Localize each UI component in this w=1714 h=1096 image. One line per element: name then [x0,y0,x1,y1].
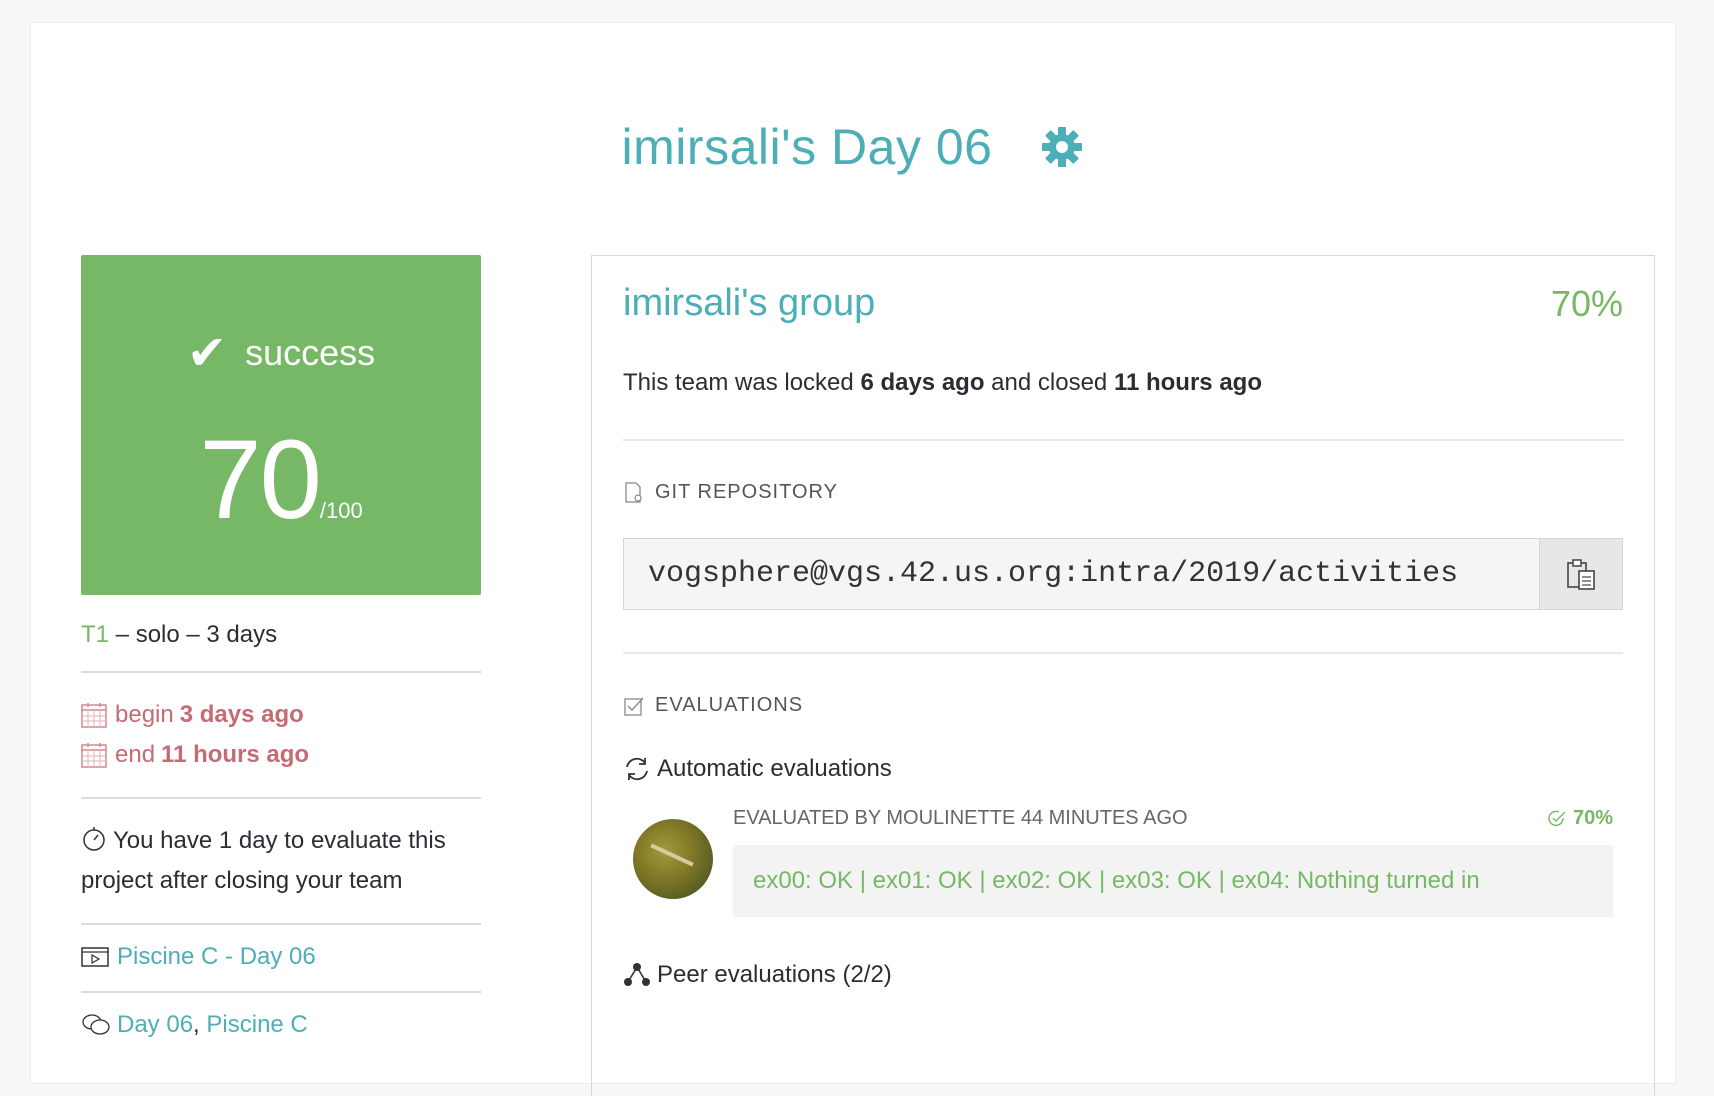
begin-label: begin [115,701,174,728]
evaluations-section-label: EVALUATIONS [655,694,804,716]
divider [623,652,1623,654]
title-row: imirsali's Day 06 [31,118,1675,176]
group-header: imirsali's group 70% [623,282,1623,325]
calendar-icon [81,743,107,768]
team-lock-status: This team was locked 6 days ago and clos… [623,369,1623,397]
stopwatch-icon [83,827,105,851]
evaluation-percent: 70% [1547,807,1613,830]
copy-button[interactable] [1539,539,1622,609]
avatar [633,819,713,899]
evaluation-notice: You have 1 day to evaluate this project … [81,799,481,925]
score-max: /100 [319,498,363,523]
team-panel-content: imirsali's group 70% This team was locke… [623,256,1623,989]
check-circle-icon [1548,810,1566,826]
evaluator-text: EVALUATED BY MOULINETTE 44 MINUTES AGO [733,807,1188,829]
score-value: 70 [199,417,322,542]
project-page: imirsali's Day 06 ✔ success 70/100 T1 – … [30,22,1676,1096]
begin-value: 3 days ago [179,701,304,728]
tag-separator: , [193,1011,200,1038]
chat-bubbles-icon [82,1014,110,1035]
group-name[interactable]: imirsali's group [623,282,875,325]
tags-row: Day 06, Piscine C [81,993,481,1059]
repo-url-input[interactable] [624,539,1539,609]
team-details: – solo – 3 days [109,621,278,648]
automatic-evaluations-title: Automatic evaluations [623,755,1623,783]
status-text: success [245,332,376,373]
tag-link-day06[interactable]: Day 06 [117,1011,193,1039]
dates: begin 3 days ago end 11 hours ago [81,673,481,799]
project-link[interactable]: Piscine C - Day 06 [117,943,316,971]
peer-evaluations-label: Peer evaluations (2/2) [657,961,892,988]
automatic-evaluations-label: Automatic evaluations [657,755,892,782]
evaluation-meta: EVALUATED BY MOULINETTE 44 MINUTES AGO 7… [733,807,1613,830]
git-file-icon [625,481,642,503]
tier-label: T1 [81,621,110,648]
git-section-title: GIT REPOSITORY [623,481,1623,504]
locked-when: 6 days ago [860,369,985,396]
clipboard-icon [1567,559,1595,590]
locked-prefix: This team was locked [623,369,854,396]
evaluation-result: ex00: OK | ex01: OK | ex02: OK | ex03: O… [733,845,1613,917]
evaluation-notice-text: You have 1 day to evaluate this project … [81,827,446,894]
end-label: end [115,741,156,768]
checkbox-icon [624,697,644,716]
team-panel: imirsali's group 70% This team was locke… [591,255,1655,1096]
team-info: T1 – solo – 3 days [81,595,481,673]
end-date: end 11 hours ago [81,735,481,775]
video-icon [81,947,109,967]
peers-icon [624,963,650,986]
checkmark-icon: ✔ [186,327,228,380]
group-percent: 70% [1550,282,1623,324]
page-title: imirsali's Day 06 [621,119,993,175]
automatic-evaluation: EVALUATED BY MOULINETTE 44 MINUTES AGO 7… [623,807,1623,927]
project-summary: ✔ success 70/100 T1 – solo – 3 days begi… [81,255,481,1059]
begin-date: begin 3 days ago [81,695,481,735]
evaluation-percent-value: 70% [1572,807,1613,829]
repo-field [623,538,1623,610]
tag-link-piscine[interactable]: Piscine C [206,1011,307,1039]
end-value: 11 hours ago [161,741,310,768]
score-line: 70/100 [81,415,481,544]
closed-prefix: and closed [991,369,1108,396]
peer-evaluations-title: Peer evaluations (2/2) [623,961,1623,989]
refresh-icon [626,757,648,781]
gear-icon[interactable] [1040,125,1084,169]
calendar-icon [81,703,107,728]
git-section-label: GIT REPOSITORY [655,481,838,503]
evaluations-section-title: EVALUATIONS [623,694,1623,717]
score-box: ✔ success 70/100 [81,255,481,595]
divider [623,439,1623,441]
closed-when: 11 hours ago [1113,369,1262,396]
project-link-row: Piscine C - Day 06 [81,925,481,993]
status-line: ✔ success [81,325,481,381]
